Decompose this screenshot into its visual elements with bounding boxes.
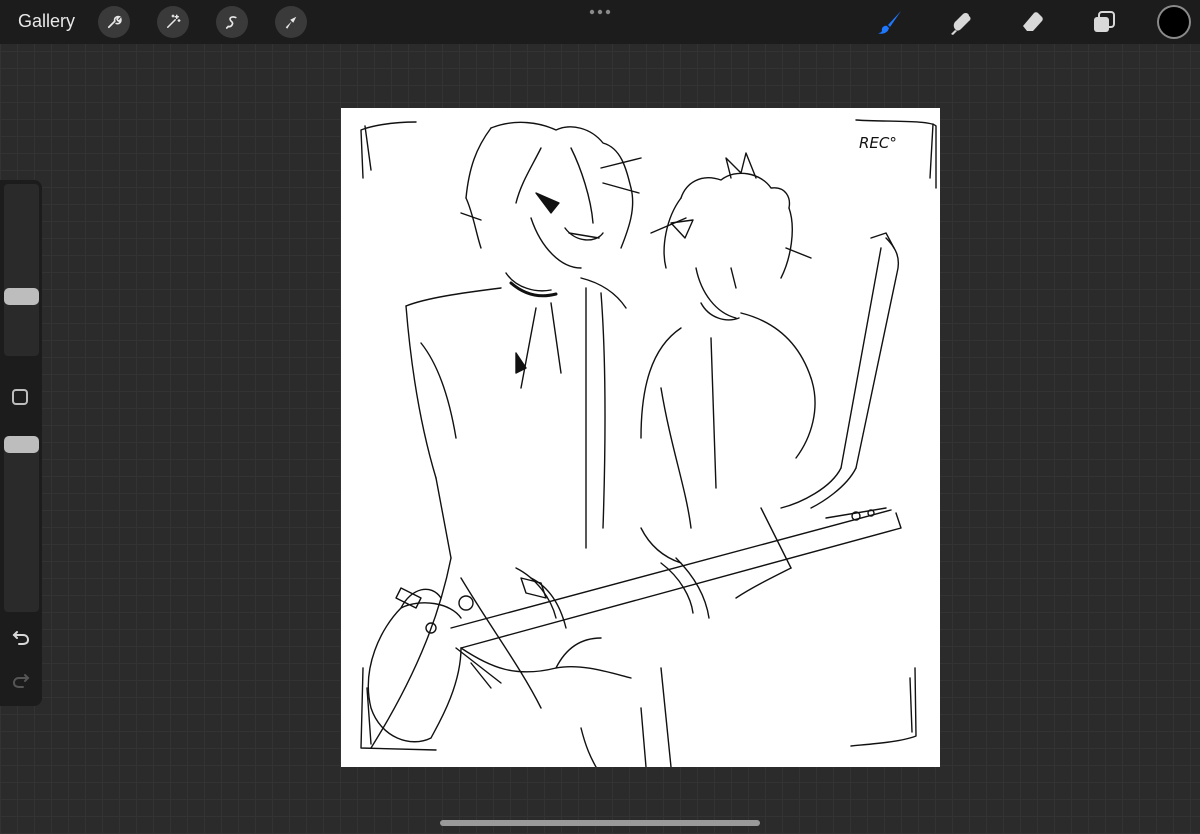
transform-button[interactable] bbox=[275, 6, 307, 38]
undo-icon[interactable] bbox=[11, 628, 31, 648]
magic-wand-icon bbox=[167, 14, 181, 28]
adjustments-button[interactable] bbox=[157, 6, 189, 38]
actions-button[interactable] bbox=[98, 6, 130, 38]
brush-size-slider[interactable] bbox=[4, 184, 39, 356]
eraser-button[interactable] bbox=[1017, 6, 1049, 38]
brush-icon bbox=[878, 11, 901, 34]
brush-size-handle[interactable] bbox=[4, 287, 39, 305]
rec-label: REC° bbox=[859, 134, 897, 152]
gallery-button[interactable]: Gallery bbox=[18, 11, 75, 32]
eraser-icon bbox=[1023, 12, 1043, 31]
color-picker-button[interactable] bbox=[1159, 7, 1189, 37]
transform-arrow-icon bbox=[285, 16, 297, 29]
redo-icon[interactable] bbox=[11, 671, 31, 691]
selection-icon bbox=[225, 16, 237, 29]
brush-button[interactable] bbox=[874, 6, 906, 38]
more-options-icon[interactable] bbox=[588, 8, 612, 16]
drawing-canvas[interactable]: REC° bbox=[341, 108, 940, 767]
modify-button[interactable] bbox=[12, 389, 28, 405]
selection-button[interactable] bbox=[216, 6, 248, 38]
wrench-icon bbox=[107, 15, 122, 29]
smudge-icon bbox=[951, 12, 971, 35]
home-indicator[interactable] bbox=[440, 820, 760, 826]
opacity-handle[interactable] bbox=[4, 436, 39, 453]
layers-button[interactable] bbox=[1088, 6, 1120, 38]
top-toolbar: Gallery bbox=[0, 0, 1200, 44]
smudge-button[interactable] bbox=[945, 6, 977, 38]
sketch-artwork: REC° bbox=[360, 119, 937, 767]
opacity-slider[interactable] bbox=[4, 436, 39, 612]
left-sidebar bbox=[0, 180, 42, 706]
layers-icon bbox=[1094, 11, 1115, 32]
